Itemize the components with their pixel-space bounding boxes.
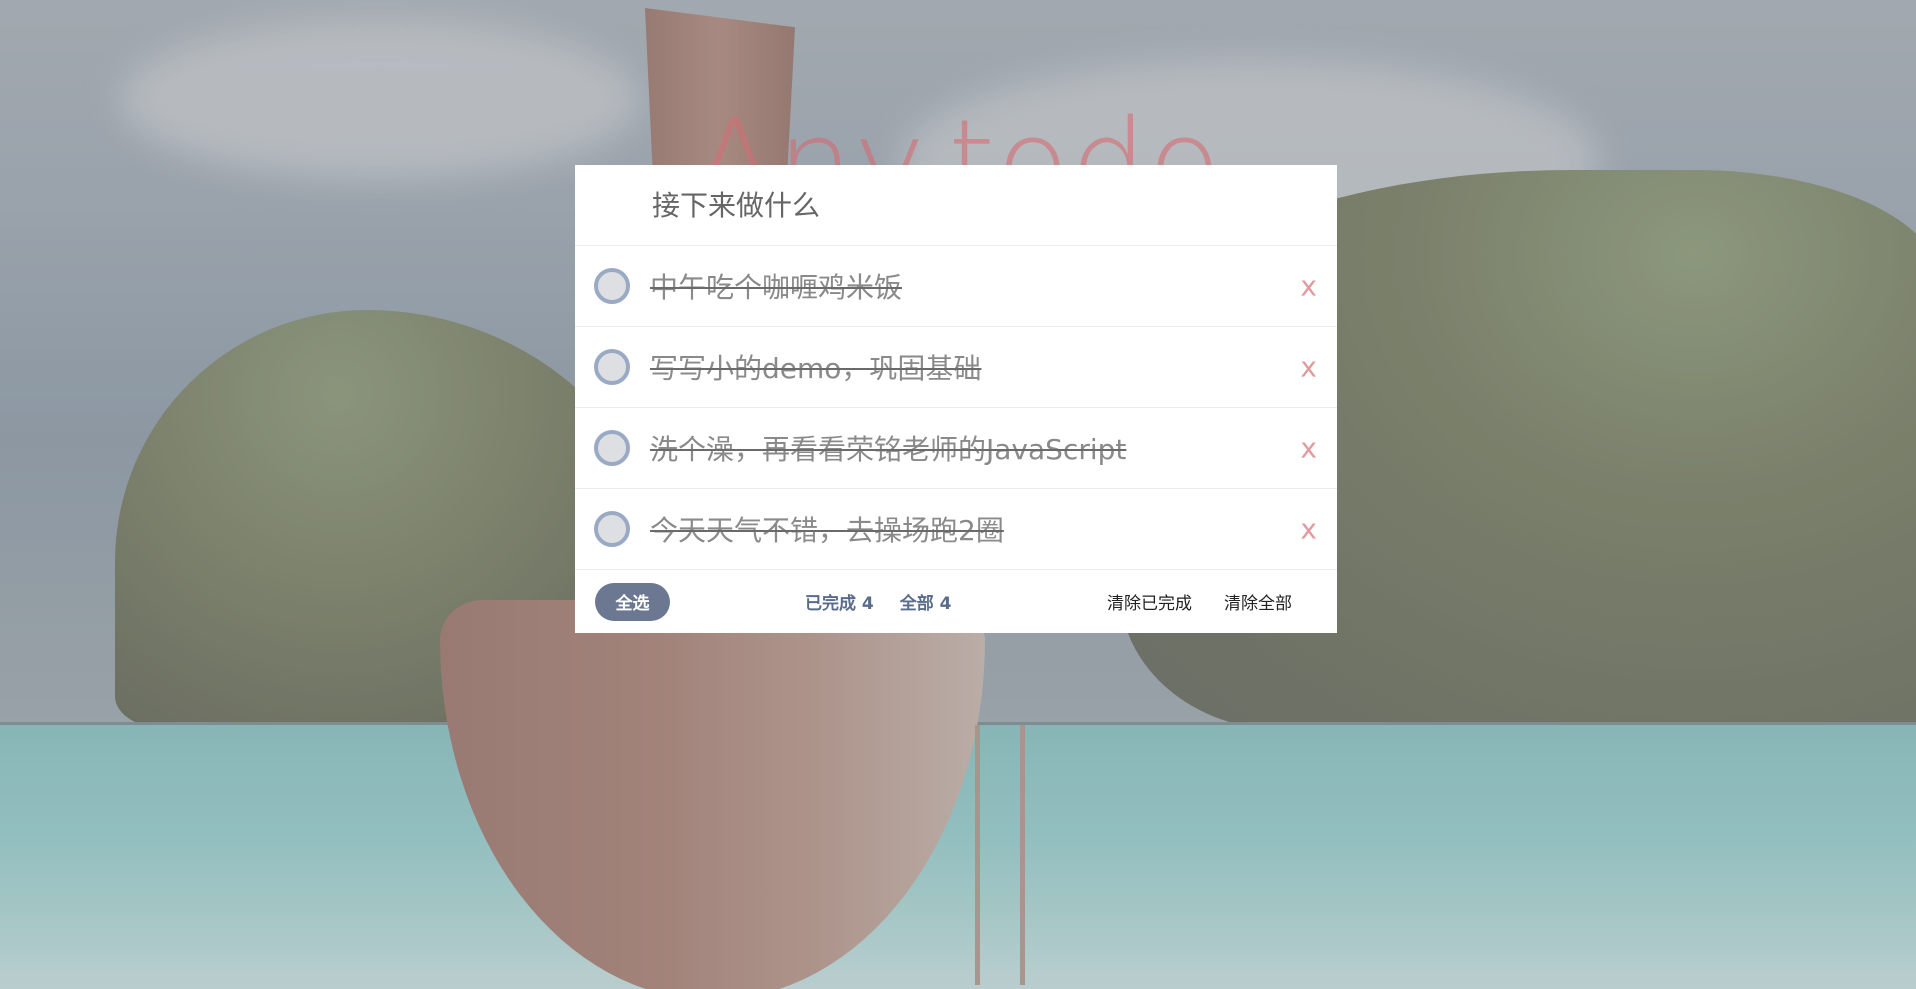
- select-all-button[interactable]: 全选: [595, 582, 670, 621]
- todo-toggle-checkbox[interactable]: [594, 430, 630, 466]
- clear-all-button[interactable]: 清除全部: [1224, 589, 1292, 614]
- delete-todo-button[interactable]: x: [1300, 432, 1317, 465]
- todo-toggle-checkbox[interactable]: [594, 511, 630, 547]
- todo-item: 写写小的demo，巩固基础 x: [575, 326, 1337, 407]
- todo-toggle-checkbox[interactable]: [594, 268, 630, 304]
- clear-completed-button[interactable]: 清除已完成: [1107, 589, 1192, 614]
- delete-todo-button[interactable]: x: [1300, 270, 1317, 303]
- delete-todo-button[interactable]: x: [1300, 351, 1317, 384]
- todo-footer: 全选 已完成 4 全部 4 清除已完成 清除全部: [575, 569, 1337, 633]
- todo-toggle-checkbox[interactable]: [594, 349, 630, 385]
- todo-text[interactable]: 洗个澡，再看看荣铭老师的JavaScript: [650, 428, 1126, 468]
- todo-text[interactable]: 中午吃个咖喱鸡米饭: [650, 266, 902, 306]
- delete-todo-button[interactable]: x: [1300, 513, 1317, 546]
- todo-item: 今天天气不错，去操场跑2圈 x: [575, 488, 1337, 569]
- todo-text[interactable]: 写写小的demo，巩固基础: [650, 347, 981, 387]
- todo-card: 中午吃个咖喱鸡米饭 x 写写小的demo，巩固基础 x 洗个澡，再看看荣铭老师的…: [575, 165, 1337, 633]
- todo-text[interactable]: 今天天气不错，去操场跑2圈: [650, 509, 1004, 549]
- new-todo-input[interactable]: [650, 187, 1294, 223]
- new-todo-row: [575, 165, 1337, 245]
- todo-stats: 已完成 4 全部 4: [805, 570, 978, 632]
- total-count-filter[interactable]: 全部 4: [900, 589, 952, 614]
- todo-item: 洗个澡，再看看荣铭老师的JavaScript x: [575, 407, 1337, 488]
- completed-count-filter[interactable]: 已完成 4: [805, 589, 874, 614]
- footer-actions: 清除已完成 清除全部: [1075, 570, 1292, 632]
- todo-item: 中午吃个咖喱鸡米饭 x: [575, 245, 1337, 326]
